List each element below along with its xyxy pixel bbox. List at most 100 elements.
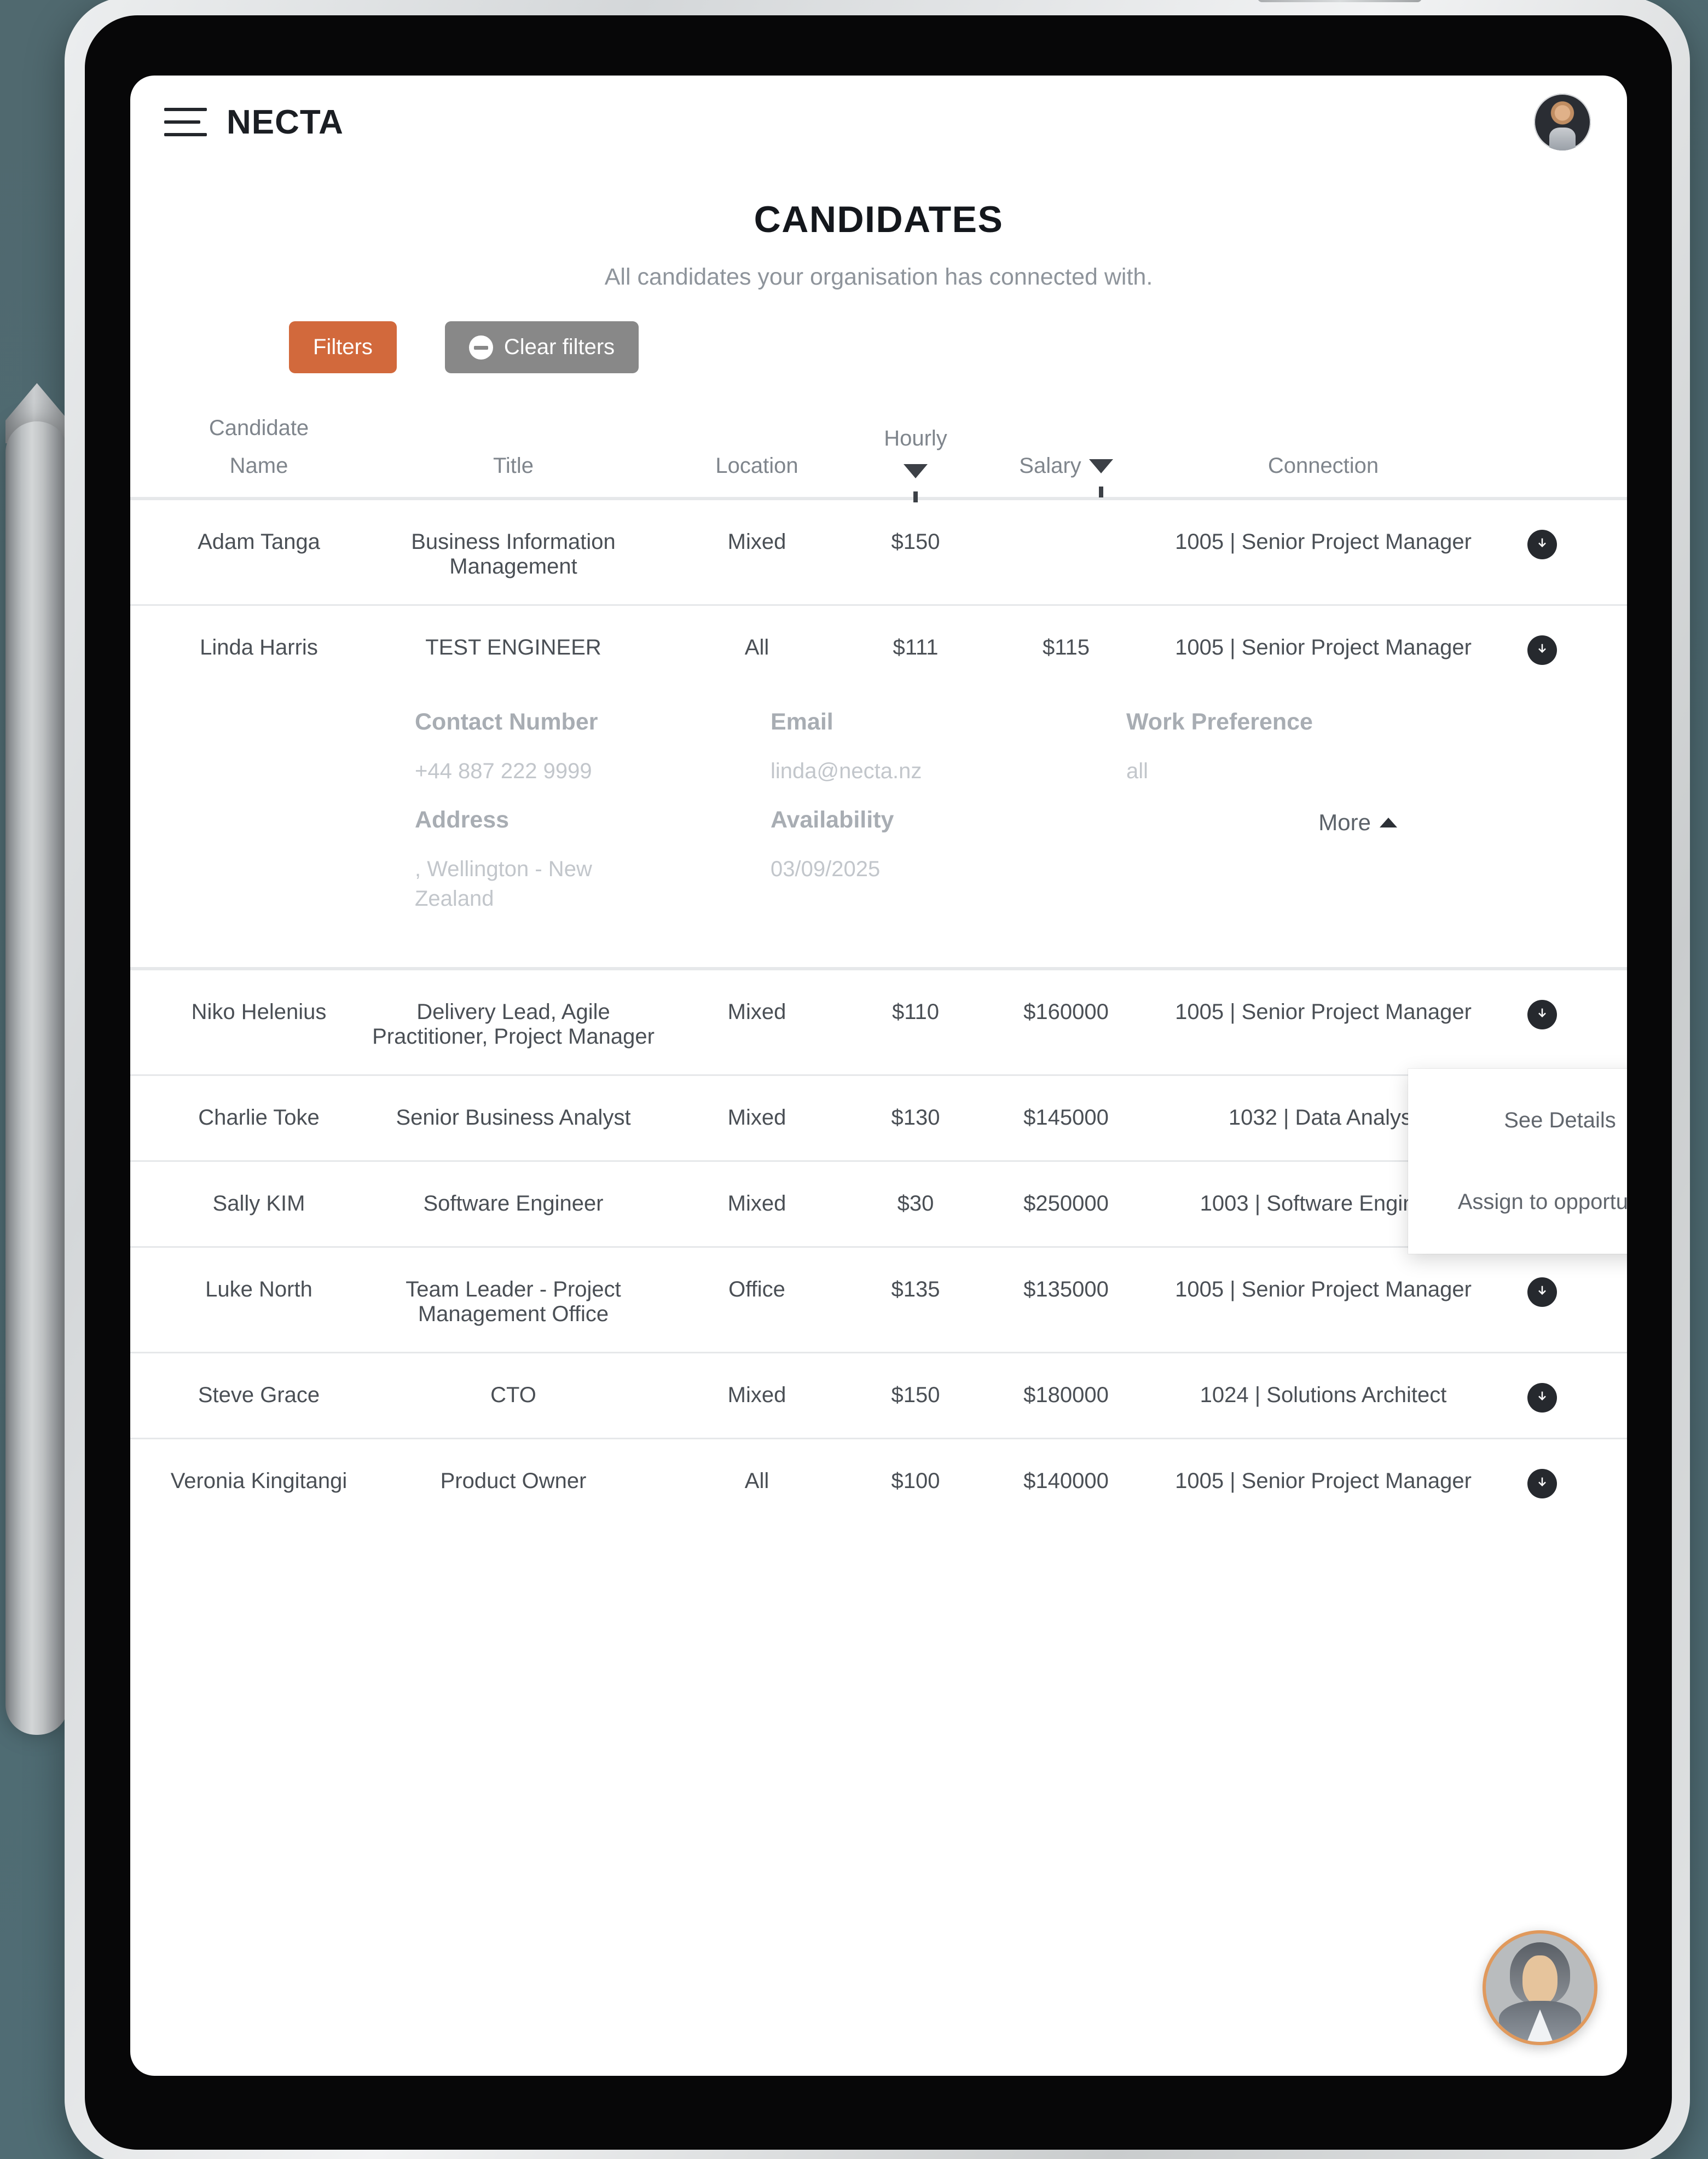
assistant-avatar-button[interactable] (1483, 1930, 1597, 2045)
cell-title: Business Information Management (411, 530, 616, 578)
hourly-label: Hourly (884, 426, 947, 450)
cell-location: Mixed (727, 1105, 786, 1130)
download-icon[interactable] (1527, 635, 1557, 665)
column-header-connection: Connection (1267, 454, 1379, 478)
cell-connection: 1024 | Solutions Architect (1200, 1383, 1447, 1407)
cell-salary: $140000 (1023, 1469, 1109, 1493)
hamburger-menu-icon[interactable] (164, 108, 207, 136)
menu-item-assign-to-opportunity[interactable]: Assign to opportunity (1408, 1161, 1627, 1243)
more-button-label: More (1318, 809, 1371, 835)
cell-title: Product Owner (440, 1469, 587, 1493)
cell-candidate-name: Veronia Kingitangi (170, 1469, 348, 1493)
cell-actions (1498, 1277, 1586, 1307)
cell-hourly: $30 (897, 1191, 934, 1215)
cell-candidate-name: Linda Harris (200, 635, 318, 659)
salary-filter-icon[interactable] (1089, 459, 1113, 497)
download-icon[interactable] (1527, 530, 1557, 559)
cell-connection: 1005 | Senior Project Manager (1175, 530, 1472, 554)
user-avatar[interactable] (1534, 94, 1591, 151)
table-row[interactable]: Charlie Toke Senior Business Analyst Mix… (130, 1074, 1627, 1160)
availability-value: 03/09/2025 (771, 857, 881, 881)
contact-number-label: Contact Number (415, 709, 598, 735)
candidate-name-line2: Name (229, 454, 288, 478)
brand-logo[interactable]: NECTA (227, 103, 344, 142)
download-icon[interactable] (1527, 1277, 1557, 1307)
table-header-row: Candidate Name Title Location Hourly Sal… (130, 400, 1627, 502)
download-icon[interactable] (1527, 1469, 1557, 1498)
column-header-hourly: Hourly (847, 426, 984, 502)
availability-label: Availability (771, 807, 894, 833)
hourly-filter-icon[interactable] (904, 464, 928, 502)
clear-filters-button[interactable]: Clear filters (444, 321, 639, 373)
cell-title: Team Leader - Project Management Office (406, 1277, 621, 1326)
cell-hourly: $150 (891, 530, 940, 554)
filter-toolbar: Filters Clear filters (130, 321, 1627, 373)
cell-location: Office (728, 1277, 785, 1301)
table-row[interactable]: Niko Helenius Delivery Lead, Agile Pract… (130, 969, 1627, 1074)
cell-location: Mixed (727, 530, 786, 554)
table-row[interactable]: Linda Harris TEST ENGINEER All $111 $115… (130, 604, 1627, 690)
work-preference-value: all (1126, 759, 1149, 783)
cell-hourly: $150 (891, 1383, 940, 1407)
page-title: CANDIDATES (754, 199, 1004, 240)
table-row[interactable]: Luke North Team Leader - Project Managem… (130, 1246, 1627, 1352)
cell-hourly: $111 (893, 635, 939, 659)
cell-candidate-name: Niko Helenius (191, 1000, 327, 1024)
table-row[interactable]: Sally KIM Software Engineer Mixed $30 $2… (130, 1160, 1627, 1246)
clear-filters-button-label: Clear filters (503, 335, 615, 359)
cell-location: Mixed (727, 1191, 786, 1215)
cell-title: Software Engineer (423, 1191, 604, 1215)
cell-actions (1498, 1000, 1586, 1029)
cell-location: Mixed (727, 1383, 786, 1407)
detail-contact-number: Contact Number +44 887 222 9999 (415, 709, 771, 786)
more-dropdown-menu: See Details Assign to opportunity (1408, 1069, 1627, 1254)
table-row[interactable]: Steve Grace CTO Mixed $150 $180000 1024 … (130, 1352, 1627, 1438)
cell-actions (1498, 530, 1586, 559)
cell-hourly: $130 (891, 1105, 940, 1130)
more-dropdown-trigger-wrap: More (1318, 809, 1397, 836)
download-icon[interactable] (1527, 1000, 1557, 1029)
cell-connection: 1005 | Senior Project Manager (1175, 1000, 1472, 1024)
cell-salary: $250000 (1023, 1191, 1109, 1215)
column-header-title: Title (493, 454, 534, 478)
cell-candidate-name: Charlie Toke (198, 1105, 320, 1130)
cell-connection: 1005 | Senior Project Manager (1175, 1469, 1472, 1493)
cell-location: Mixed (727, 1000, 786, 1024)
mockup-background: NECTA CANDIDATES All candidates your org… (0, 0, 1708, 2159)
minus-circle-icon (468, 335, 493, 360)
cell-title: Delivery Lead, Agile Practitioner, Proje… (372, 1000, 655, 1049)
candidate-name-line1: Candidate (209, 416, 309, 440)
tablet-screen: NECTA CANDIDATES All candidates your org… (130, 76, 1627, 2076)
cell-salary: $180000 (1023, 1383, 1109, 1407)
cell-actions (1498, 635, 1586, 665)
stylus-pen (5, 421, 68, 1735)
more-dropdown-button[interactable]: More (1318, 809, 1397, 836)
candidates-table: Candidate Name Title Location Hourly Sal… (130, 400, 1627, 1524)
cell-location: All (744, 1469, 769, 1493)
table-row[interactable]: Adam Tanga Business Information Manageme… (130, 499, 1627, 604)
cell-location: All (744, 635, 769, 659)
menu-item-see-details[interactable]: See Details (1408, 1080, 1627, 1161)
detail-address: Address , Wellington - New Zealand (415, 807, 771, 913)
table-row[interactable]: Veronia Kingitangi Product Owner All $10… (130, 1438, 1627, 1524)
detail-availability: Availability 03/09/2025 (771, 807, 1126, 913)
column-header-salary: Salary (984, 454, 1148, 497)
chevron-up-icon (1380, 818, 1397, 827)
column-header-location: Location (715, 454, 798, 478)
detail-work-preference: Work Preference all (1126, 709, 1477, 786)
cell-actions (1498, 1469, 1586, 1498)
filters-button[interactable]: Filters (289, 321, 397, 373)
cell-salary: $145000 (1023, 1105, 1109, 1130)
app-header: NECTA (130, 76, 1627, 169)
cell-candidate-name: Sally KIM (212, 1191, 305, 1215)
tablet-top-port (1258, 0, 1422, 2)
cell-actions (1498, 1383, 1586, 1413)
download-icon[interactable] (1527, 1383, 1557, 1413)
cell-candidate-name: Luke North (205, 1277, 312, 1301)
cell-connection: 1005 | Senior Project Manager (1175, 635, 1472, 659)
cell-hourly: $100 (891, 1469, 940, 1493)
cell-salary: $160000 (1023, 1000, 1109, 1024)
work-preference-label: Work Preference (1126, 709, 1313, 735)
contact-number-value: +44 887 222 9999 (415, 759, 592, 783)
cell-connection: 1005 | Senior Project Manager (1175, 1277, 1472, 1301)
